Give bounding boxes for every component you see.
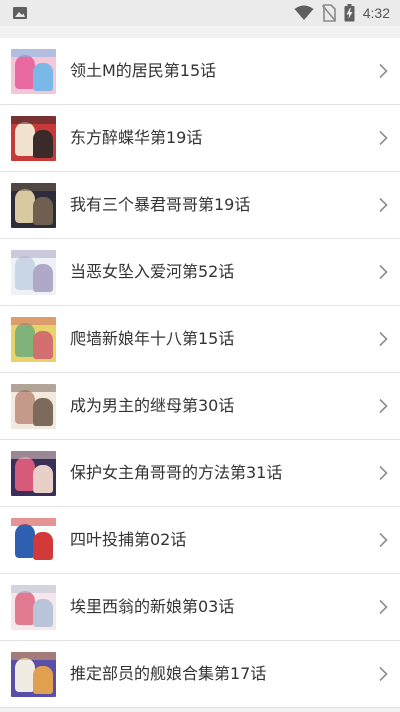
list-item[interactable]: 成为男主的继母第30话 bbox=[0, 373, 400, 440]
chevron-right-icon bbox=[378, 264, 388, 284]
comic-thumbnail bbox=[11, 49, 56, 94]
list-item[interactable]: 爬墙新娘年十八第15话 bbox=[0, 306, 400, 373]
battery-charging-icon bbox=[344, 4, 355, 22]
chevron-right-icon bbox=[378, 331, 388, 351]
comic-thumbnail bbox=[11, 585, 56, 630]
list-item[interactable]: 保护女主角哥哥的方法第31话 bbox=[0, 440, 400, 507]
comic-thumbnail bbox=[11, 652, 56, 697]
screen: 4:32 领土M的居民第15话 东方醉蝶华第19话我有三个暴君哥哥第19话 当恶女坠… bbox=[0, 0, 400, 712]
chevron-right-icon bbox=[378, 599, 388, 619]
chapter-title: 四叶投捕第02话 bbox=[70, 530, 187, 549]
wifi-icon bbox=[294, 5, 314, 21]
chapter-title: 领土M的居民第15话 bbox=[70, 61, 217, 80]
list-item[interactable]: 领土M的居民第15话 bbox=[0, 38, 400, 105]
comic-thumbnail bbox=[11, 250, 56, 295]
chevron-right-icon bbox=[378, 465, 388, 485]
chapter-title: 推定部员的舰娘合集第17话 bbox=[70, 664, 267, 683]
chevron-right-icon bbox=[378, 666, 388, 686]
comic-thumbnail bbox=[11, 384, 56, 429]
comic-thumbnail bbox=[11, 317, 56, 362]
list-item[interactable]: 埃里西翁的新娘第03话 bbox=[0, 574, 400, 641]
image-icon bbox=[12, 5, 28, 21]
chapter-title: 埃里西翁的新娘第03话 bbox=[70, 597, 235, 616]
status-bar: 4:32 bbox=[0, 0, 400, 26]
chapter-title: 保护女主角哥哥的方法第31话 bbox=[70, 463, 283, 482]
chapter-list: 领土M的居民第15话 东方醉蝶华第19话我有三个暴君哥哥第19话 当恶女坠入爱河第5… bbox=[0, 38, 400, 708]
list-item[interactable]: 当恶女坠入爱河第52话 bbox=[0, 239, 400, 306]
chevron-right-icon bbox=[378, 130, 388, 150]
list-item[interactable]: 四叶投捕第02话 bbox=[0, 507, 400, 574]
list-item[interactable]: 推定部员的舰娘合集第17话 bbox=[0, 641, 400, 708]
list-item[interactable]: 我有三个暴君哥哥第19话 bbox=[0, 172, 400, 239]
comic-thumbnail bbox=[11, 116, 56, 161]
comic-thumbnail bbox=[11, 183, 56, 228]
chapter-title: 当恶女坠入爱河第52话 bbox=[70, 262, 235, 281]
comic-thumbnail bbox=[11, 518, 56, 563]
chevron-right-icon bbox=[378, 398, 388, 418]
chapter-title: 成为男主的继母第30话 bbox=[70, 396, 235, 415]
chevron-right-icon bbox=[378, 197, 388, 217]
chevron-right-icon bbox=[378, 532, 388, 552]
no-sim-icon bbox=[321, 4, 336, 22]
chevron-right-icon bbox=[378, 63, 388, 83]
chapter-title: 爬墙新娘年十八第15话 bbox=[70, 329, 235, 348]
comic-thumbnail bbox=[11, 451, 56, 496]
chapter-title: 我有三个暴君哥哥第19话 bbox=[70, 195, 251, 214]
status-time: 4:32 bbox=[362, 5, 390, 21]
list-item[interactable]: 东方醉蝶华第19话 bbox=[0, 105, 400, 172]
chapter-title: 东方醉蝶华第19话 bbox=[70, 128, 203, 147]
